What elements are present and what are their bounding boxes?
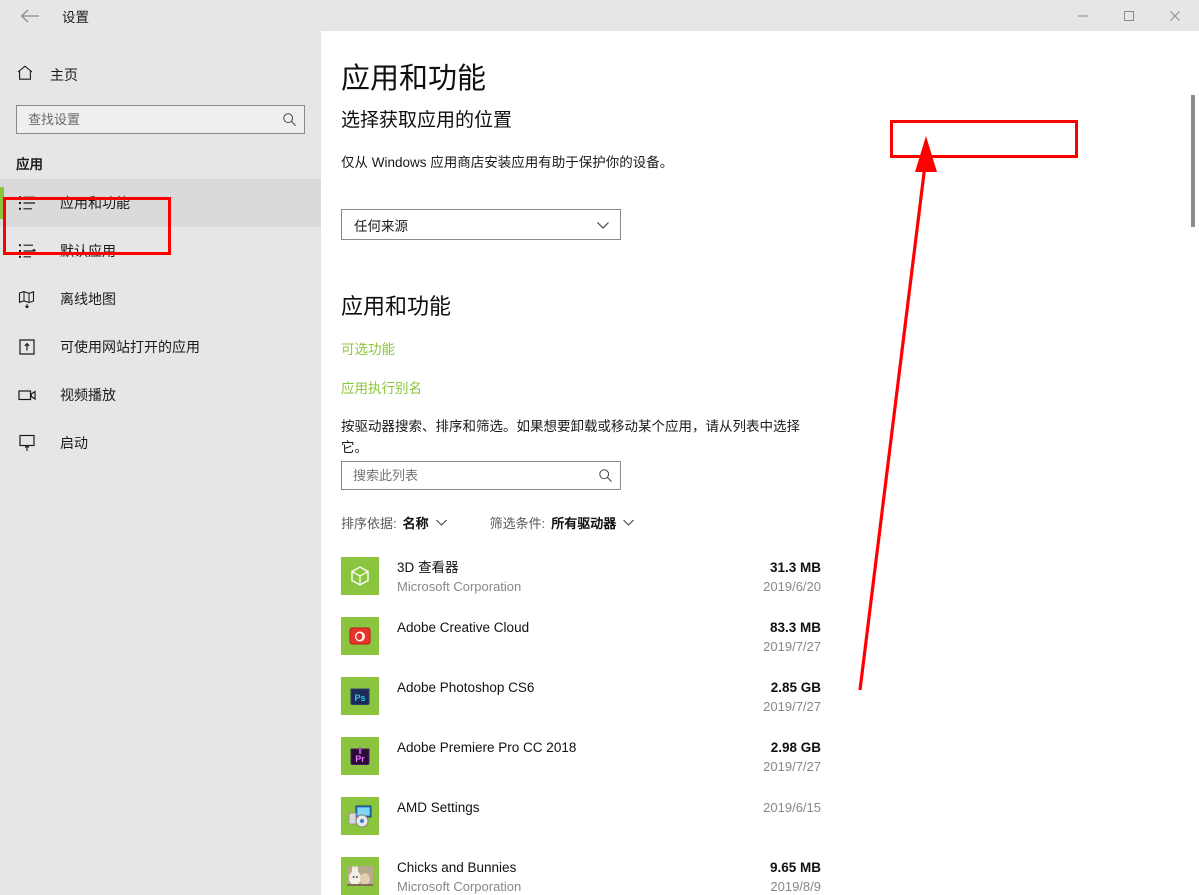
home-icon bbox=[16, 64, 34, 87]
startup-icon bbox=[16, 432, 38, 454]
settings-search-box[interactable] bbox=[16, 105, 305, 134]
app-size: 83.3 MB bbox=[701, 618, 821, 637]
sidebar-item-startup[interactable]: 启动 bbox=[0, 419, 321, 467]
list-item[interactable]: AMD Settings 2019/6/15 bbox=[341, 789, 821, 849]
apps-for-websites-icon bbox=[16, 336, 38, 358]
back-button[interactable] bbox=[8, 0, 52, 31]
app-date: 2019/7/27 bbox=[701, 757, 821, 776]
app-name: AMD Settings bbox=[397, 798, 701, 817]
app-name: 3D 查看器 bbox=[397, 558, 701, 577]
settings-search-input[interactable] bbox=[17, 112, 274, 127]
install-section-description: 仅从 Windows 应用商店安装应用有助于保护你的设备。 bbox=[341, 151, 673, 171]
app-list: 3D 查看器 Microsoft Corporation 31.3 MB 201… bbox=[341, 549, 821, 895]
page-title: 应用和功能 bbox=[341, 55, 486, 97]
sidebar-home-label: 主页 bbox=[50, 65, 78, 85]
list-item[interactable]: Adobe Creative Cloud 83.3 MB 2019/7/27 bbox=[341, 609, 821, 669]
maximize-button[interactable] bbox=[1106, 0, 1152, 31]
chevron-down-icon bbox=[622, 518, 635, 527]
apps-features-icon bbox=[16, 192, 38, 214]
sidebar-item-label: 启动 bbox=[60, 433, 88, 453]
install-source-value: 任何来源 bbox=[354, 215, 408, 235]
sidebar-nav-list: 应用和功能 默认应用 bbox=[0, 179, 321, 467]
svg-text:Ps: Ps bbox=[354, 693, 365, 703]
vertical-scrollbar[interactable] bbox=[1190, 31, 1197, 895]
apps-section-heading: 应用和功能 bbox=[341, 289, 451, 321]
list-item[interactable]: 3D 查看器 Microsoft Corporation 31.3 MB 201… bbox=[341, 549, 821, 609]
app-size: 2.98 GB bbox=[701, 738, 821, 757]
install-section-heading: 选择获取应用的位置 bbox=[341, 105, 512, 132]
sort-by-control[interactable]: 排序依据: 名称 bbox=[341, 513, 448, 532]
3d-viewer-icon bbox=[341, 557, 379, 595]
sidebar-item-label: 离线地图 bbox=[60, 289, 116, 309]
filter-by-label: 筛选条件: bbox=[490, 513, 546, 532]
list-item[interactable]: Ps Adobe Photoshop CS6 2.85 GB 2019/7/27 bbox=[341, 669, 821, 729]
app-date: 2019/6/20 bbox=[701, 577, 821, 596]
app-publisher: Microsoft Corporation bbox=[397, 877, 701, 895]
title-bar: 设置 bbox=[0, 0, 1199, 31]
app-date: 2019/8/9 bbox=[701, 877, 821, 895]
chevron-down-icon bbox=[596, 220, 610, 230]
close-button[interactable] bbox=[1152, 0, 1198, 31]
install-source-dropdown[interactable]: 任何来源 bbox=[341, 209, 621, 240]
sidebar-item-apps-for-websites[interactable]: 可使用网站打开的应用 bbox=[0, 323, 321, 371]
app-list-search-input[interactable] bbox=[342, 468, 590, 483]
amd-settings-icon bbox=[341, 797, 379, 835]
app-publisher: Microsoft Corporation bbox=[397, 577, 701, 596]
optional-features-link[interactable]: 可选功能 bbox=[341, 338, 395, 358]
apps-section-description: 按驱动器搜索、排序和筛选。如果想要卸载或移动某个应用，请从列表中选择它。 bbox=[341, 416, 801, 458]
app-size: 9.65 MB bbox=[701, 858, 821, 877]
app-date: 2019/7/27 bbox=[701, 637, 821, 656]
default-apps-icon bbox=[16, 240, 38, 262]
settings-window: 设置 主页 bbox=[0, 0, 1199, 895]
sort-by-value: 名称 bbox=[403, 513, 429, 532]
list-item[interactable]: Chicks and Bunnies Microsoft Corporation… bbox=[341, 849, 821, 895]
sidebar-item-default-apps[interactable]: 默认应用 bbox=[0, 227, 321, 275]
sidebar-section-title: 应用 bbox=[16, 153, 43, 173]
sort-by-label: 排序依据: bbox=[341, 513, 397, 532]
app-name: Adobe Premiere Pro CC 2018 bbox=[397, 738, 701, 757]
sidebar-item-label: 应用和功能 bbox=[60, 193, 130, 213]
photoshop-icon: Ps bbox=[341, 677, 379, 715]
back-arrow-icon bbox=[20, 9, 40, 23]
premiere-icon: Pr bbox=[341, 737, 379, 775]
search-icon bbox=[590, 468, 620, 483]
video-playback-icon bbox=[16, 384, 38, 406]
sidebar-item-apps-features[interactable]: 应用和功能 bbox=[0, 179, 321, 227]
app-date: 2019/7/27 bbox=[701, 697, 821, 716]
sidebar-item-video-playback[interactable]: 视频播放 bbox=[0, 371, 321, 419]
sidebar-item-label: 默认应用 bbox=[60, 241, 116, 261]
sidebar-item-offline-maps[interactable]: 离线地图 bbox=[0, 275, 321, 323]
sidebar-item-label: 可使用网站打开的应用 bbox=[60, 337, 200, 357]
search-icon bbox=[274, 112, 304, 127]
app-size: 31.3 MB bbox=[701, 558, 821, 577]
app-execution-aliases-link[interactable]: 应用执行别名 bbox=[341, 377, 422, 397]
chicks-bunnies-icon bbox=[341, 857, 379, 895]
filter-by-value: 所有驱动器 bbox=[551, 513, 616, 532]
app-name: Adobe Photoshop CS6 bbox=[397, 678, 701, 697]
app-size: 2.85 GB bbox=[701, 678, 821, 697]
app-date: 2019/6/15 bbox=[701, 798, 821, 817]
app-name: Adobe Creative Cloud bbox=[397, 618, 701, 637]
sidebar-item-label: 视频播放 bbox=[60, 385, 116, 405]
offline-maps-icon bbox=[16, 288, 38, 310]
scrollbar-thumb[interactable] bbox=[1191, 95, 1195, 227]
list-item[interactable]: Pr Adobe Premiere Pro CC 2018 2.98 GB 20… bbox=[341, 729, 821, 789]
window-title: 设置 bbox=[62, 0, 89, 31]
svg-text:Pr: Pr bbox=[355, 754, 365, 764]
main-content: 应用和功能 选择获取应用的位置 仅从 Windows 应用商店安装应用有助于保护… bbox=[321, 31, 1199, 895]
app-name: Chicks and Bunnies bbox=[397, 858, 701, 877]
sidebar: 主页 应用 bbox=[0, 31, 321, 895]
filter-by-control[interactable]: 筛选条件: 所有驱动器 bbox=[490, 513, 636, 532]
minimize-button[interactable] bbox=[1060, 0, 1106, 31]
chevron-down-icon bbox=[435, 518, 448, 527]
sidebar-item-home[interactable]: 主页 bbox=[0, 58, 321, 92]
adobe-creative-cloud-icon bbox=[341, 617, 379, 655]
app-list-search-box[interactable] bbox=[341, 461, 621, 490]
list-filters: 排序依据: 名称 筛选条件: 所有驱动器 bbox=[341, 513, 635, 532]
